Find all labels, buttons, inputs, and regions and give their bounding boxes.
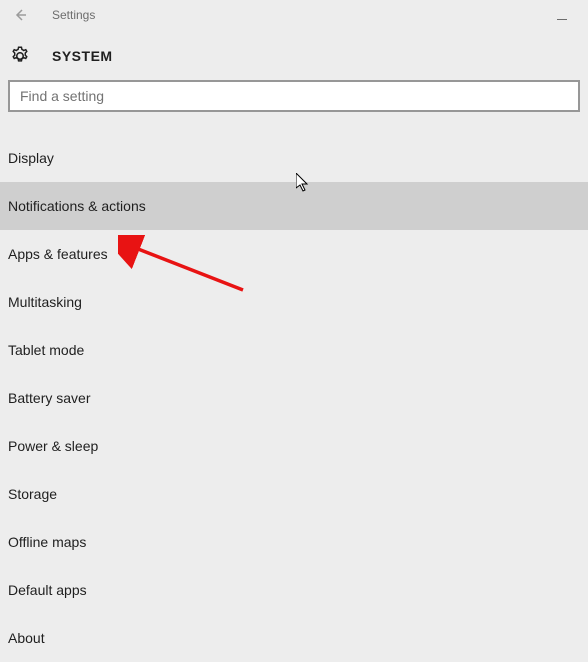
- nav-label: Notifications & actions: [8, 198, 146, 214]
- nav-label: Apps & features: [8, 246, 108, 262]
- gear-icon: [8, 44, 32, 68]
- nav-item-multitasking[interactable]: Multitasking: [0, 278, 588, 326]
- nav-item-apps-features[interactable]: Apps & features: [0, 230, 588, 278]
- nav-item-display[interactable]: Display: [0, 134, 588, 182]
- nav-label: Display: [8, 150, 54, 166]
- nav-item-notifications-actions[interactable]: Notifications & actions: [0, 182, 588, 230]
- nav-label: Power & sleep: [8, 438, 98, 454]
- titlebar: Settings: [0, 0, 588, 30]
- page-heading: SYSTEM: [52, 48, 113, 64]
- nav-label: Offline maps: [8, 534, 86, 550]
- window-title: Settings: [52, 8, 95, 22]
- nav-label: Storage: [8, 486, 57, 502]
- nav-list: Display Notifications & actions Apps & f…: [0, 134, 588, 662]
- nav-item-offline-maps[interactable]: Offline maps: [0, 518, 588, 566]
- nav-item-default-apps[interactable]: Default apps: [0, 566, 588, 614]
- nav-label: Tablet mode: [8, 342, 84, 358]
- nav-label: About: [8, 630, 45, 646]
- nav-label: Default apps: [8, 582, 87, 598]
- nav-item-about[interactable]: About: [0, 614, 588, 662]
- nav-item-power-sleep[interactable]: Power & sleep: [0, 422, 588, 470]
- nav-label: Battery saver: [8, 390, 90, 406]
- back-icon[interactable]: [10, 5, 30, 25]
- nav-label: Multitasking: [8, 294, 82, 310]
- search-container: [0, 80, 588, 112]
- minimize-button[interactable]: [556, 8, 568, 20]
- nav-item-storage[interactable]: Storage: [0, 470, 588, 518]
- search-input[interactable]: [8, 80, 580, 112]
- nav-item-tablet-mode[interactable]: Tablet mode: [0, 326, 588, 374]
- nav-item-battery-saver[interactable]: Battery saver: [0, 374, 588, 422]
- page-header: SYSTEM: [0, 30, 588, 80]
